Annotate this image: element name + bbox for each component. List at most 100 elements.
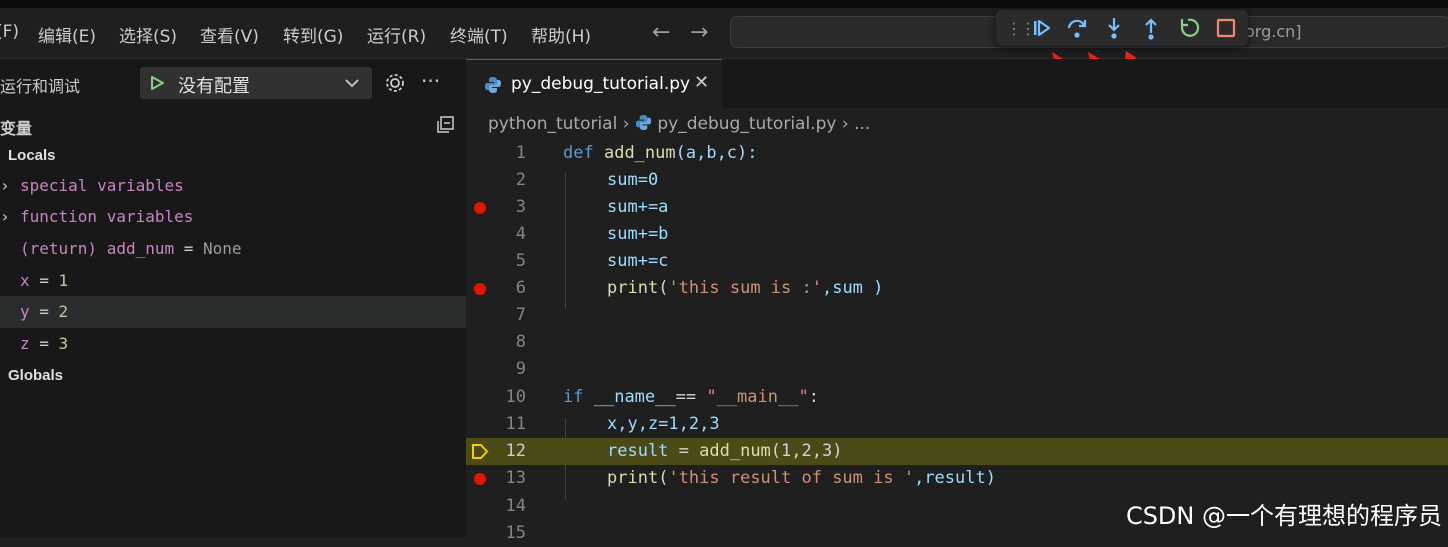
menu-terminal[interactable]: 终端(T)	[450, 22, 508, 47]
line-number: 5	[515, 251, 526, 271]
token-function: print	[607, 468, 659, 488]
variable-row-function[interactable]: › function variables	[0, 201, 466, 233]
variable-name: function variables	[20, 207, 194, 226]
line-number: 8	[515, 332, 526, 352]
breakpoint-dot-icon[interactable]	[474, 202, 486, 214]
variable-row-special[interactable]: › special variables	[0, 170, 466, 202]
token-string: 'this result of sum is '	[668, 468, 915, 488]
menu-file[interactable]: (F)	[0, 22, 19, 42]
code-line-1[interactable]: 1 def add_num(a,b,c):	[466, 140, 1448, 167]
line-number: 12	[505, 441, 526, 461]
code-text: if __name__== "__main__":	[563, 387, 819, 407]
code-line-2[interactable]: 2 sum=0	[466, 167, 1448, 194]
variable-value: 3	[58, 334, 69, 353]
variable-name: y	[20, 302, 30, 321]
close-icon[interactable]: ✕	[694, 72, 709, 93]
code-text: sum+=b	[607, 224, 668, 244]
breakpoint-dot-icon[interactable]	[474, 473, 486, 485]
code-text: sum=0	[607, 170, 658, 190]
code-line-9[interactable]: 9	[466, 356, 1448, 383]
line-number: 3	[515, 197, 526, 217]
token-args: (1,2,3)	[770, 441, 843, 461]
code-text: print('this result of sum is ',result)	[607, 468, 996, 488]
code-text: sum+=a	[607, 197, 668, 217]
code-line-11[interactable]: 11 x,y,z=1,2,3	[466, 411, 1448, 438]
token-operator: ==	[675, 387, 707, 407]
gear-icon[interactable]	[384, 72, 406, 94]
stop-icon[interactable]	[1213, 15, 1239, 41]
variable-name: (return) add_num	[20, 239, 175, 258]
tab-py-debug-tutorial[interactable]: py_debug_tutorial.py ✕	[466, 59, 722, 108]
code-text: print('this sum is :',sum )	[607, 278, 883, 298]
breadcrumb: python_tutorial › py_debug_tutorial.py ›…	[488, 114, 870, 134]
code-text: sum+=c	[607, 251, 668, 271]
variable-value: 1	[58, 271, 69, 290]
variables-section-title: 变量	[0, 119, 33, 138]
variable-row-return[interactable]: (return) add_num = None	[0, 233, 466, 265]
collapse-all-icon[interactable]	[436, 115, 456, 135]
watermark: CSDN @一个有理想的程序员	[1125, 502, 1442, 530]
line-number: 15	[505, 523, 526, 543]
code-line-12-current[interactable]: 12 result = add_num(1,2,3)	[466, 438, 1448, 465]
forward-arrow-icon[interactable]: →	[690, 20, 708, 45]
chevron-right-icon[interactable]: ›	[0, 176, 10, 195]
equals-sign: =	[29, 302, 59, 321]
variable-value: None	[203, 239, 242, 258]
line-number: 2	[515, 170, 526, 190]
token-params: (a,b,c):	[675, 143, 758, 163]
menu-selection[interactable]: 选择(S)	[119, 22, 177, 47]
menu-run[interactable]: 运行(R)	[367, 22, 426, 47]
code-line-3[interactable]: 3 sum+=a	[466, 194, 1448, 221]
tab-label: py_debug_tutorial.py	[511, 74, 691, 94]
token-function: add_num	[699, 441, 771, 461]
chevron-down-icon[interactable]	[344, 77, 360, 89]
launch-config-dropdown[interactable]: 没有配置	[140, 67, 372, 99]
token-operator: =	[668, 441, 700, 461]
line-number: 6	[515, 278, 526, 298]
token-function: add_num	[603, 143, 676, 163]
step-out-icon[interactable]	[1138, 15, 1164, 41]
variable-row-z[interactable]: z = 3	[0, 328, 466, 360]
line-number: 7	[515, 305, 526, 325]
variable-row-x[interactable]: x = 1	[0, 265, 466, 297]
breadcrumb-separator: ›	[841, 114, 849, 134]
variable-x: x = 1	[20, 271, 68, 290]
start-debugging-icon[interactable]	[149, 75, 165, 91]
token-statement: sum+=c	[607, 251, 669, 271]
menu-help[interactable]: 帮助(H)	[531, 22, 591, 47]
menu-go[interactable]: 转到(G)	[283, 22, 343, 47]
breadcrumb-file[interactable]: py_debug_tutorial.py	[657, 114, 836, 134]
back-arrow-icon[interactable]: ←	[652, 20, 670, 45]
code-line-8[interactable]: 8	[466, 329, 1448, 356]
breadcrumb-symbol[interactable]: ...	[854, 114, 870, 134]
code-line-5[interactable]: 5 sum+=c	[466, 248, 1448, 275]
code-line-7[interactable]: 7	[466, 302, 1448, 329]
step-into-icon[interactable]	[1101, 15, 1127, 41]
line-number: 11	[505, 414, 526, 434]
window-top-strip	[0, 0, 1448, 8]
restart-icon[interactable]	[1176, 15, 1202, 41]
scope-globals[interactable]: Globals	[8, 367, 63, 384]
menu-view[interactable]: 查看(V)	[200, 22, 259, 47]
variable-name: z	[20, 334, 30, 353]
step-over-icon[interactable]	[1064, 15, 1090, 41]
breadcrumb-folder[interactable]: python_tutorial	[488, 114, 617, 134]
token-function: print	[607, 278, 659, 298]
menu-edit[interactable]: 编辑(E)	[38, 22, 96, 47]
code-line-6[interactable]: 6 print('this sum is :',sum )	[466, 275, 1448, 302]
code-line-10[interactable]: 10 if __name__== "__main__":	[466, 384, 1448, 411]
chevron-right-icon[interactable]: ›	[0, 207, 10, 226]
variable-row-y[interactable]: y = 2	[0, 296, 466, 328]
token-colon: :	[808, 387, 819, 407]
equals-sign: =	[29, 334, 59, 353]
current-line-pointer-icon	[472, 444, 488, 459]
scope-locals[interactable]: Locals	[8, 147, 56, 164]
breakpoint-dot-icon[interactable]	[474, 283, 486, 295]
more-actions-icon[interactable]: ···	[421, 69, 440, 93]
variable-return: (return) add_num = None	[20, 239, 242, 258]
python-file-icon	[635, 114, 652, 131]
token-statement: sum+=b	[607, 224, 669, 244]
code-line-13[interactable]: 13 print('this result of sum is ',result…	[466, 465, 1448, 492]
code-line-4[interactable]: 4 sum+=b	[466, 221, 1448, 248]
continue-icon[interactable]	[1028, 15, 1054, 41]
